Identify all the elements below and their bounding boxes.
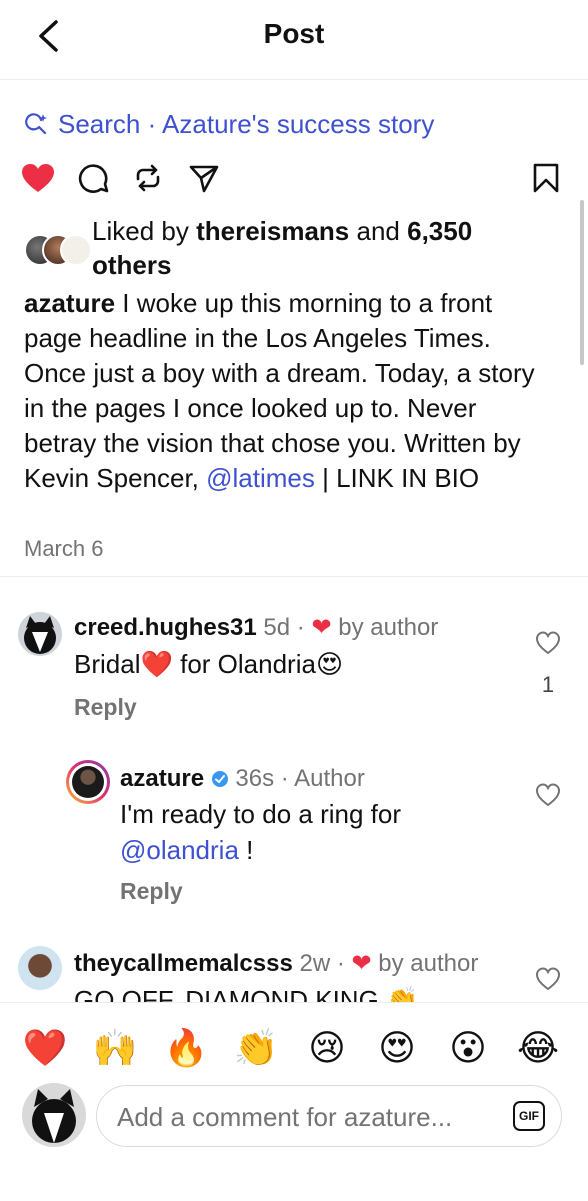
comment-like-icon[interactable] [535, 630, 561, 656]
post-action-bar [20, 158, 568, 202]
like-button[interactable] [18, 158, 58, 198]
reply-item: azature 36s · Author I'm ready to do a r… [0, 752, 588, 912]
heart-icon: ❤ [351, 950, 372, 977]
scrollbar[interactable] [580, 200, 584, 365]
top-bar: Post [0, 0, 588, 80]
heart-icon: ❤ [311, 614, 332, 641]
comment-like-count: 1 [541, 672, 555, 697]
save-button[interactable] [526, 158, 566, 198]
comment-text: I'm ready to do a ring for @olandria ! [120, 799, 401, 865]
bookmark-icon [533, 163, 559, 193]
comment-text: Bridal❤️ for Olandria😍 [74, 649, 344, 679]
comment-item: theycallmemalcsss 2w · ❤ by author GO OF… [0, 936, 588, 1002]
reaction-clap-button[interactable]: 👏 [233, 1025, 279, 1071]
commenter-avatar[interactable] [18, 612, 62, 656]
comment-like-icon[interactable] [535, 782, 561, 808]
reaction-raising-hands-button[interactable]: 🙌 [92, 1025, 138, 1071]
comment-like-icon[interactable] [535, 966, 561, 992]
liker-avatars [24, 234, 92, 268]
search-suggestion-link[interactable]: Search · Azature's success story [24, 104, 434, 144]
post-date: March 6 [24, 536, 104, 561]
send-icon [189, 165, 219, 193]
caption-author[interactable]: azature [24, 288, 115, 318]
comment-time: 36s [235, 765, 275, 792]
comment-username[interactable]: creed.hughes31 [74, 614, 257, 641]
avatar [60, 234, 92, 266]
reaction-crying-button[interactable]: 😢 [304, 1025, 350, 1071]
comment-time: 2w [299, 950, 331, 977]
likes-count[interactable]: 6,350 [407, 216, 472, 246]
liked-by-text: Liked by thereismans and 6,350 others [92, 216, 473, 280]
repost-button[interactable] [128, 158, 168, 198]
liker-username[interactable]: thereismans [196, 216, 349, 246]
divider [0, 576, 588, 577]
caption-tail: | LINK IN BIO [322, 463, 480, 493]
comment-input[interactable] [115, 1098, 489, 1136]
comment-composer: ❤️ 🙌 🔥 👏 😢 😍 😮 😂 GIF [0, 1002, 588, 1201]
comment-username[interactable]: azature [120, 765, 204, 792]
gif-button[interactable]: GIF [513, 1101, 545, 1131]
share-button[interactable] [184, 158, 224, 198]
author-avatar[interactable] [66, 760, 110, 804]
reaction-fire-button[interactable]: 🔥 [163, 1025, 209, 1071]
author-badge: Author [294, 765, 365, 792]
reaction-surprised-button[interactable]: 😮 [445, 1025, 491, 1071]
comment-username[interactable]: theycallmemalcsss [74, 950, 293, 977]
cat-avatar-image [18, 612, 62, 656]
comment-input-container: GIF [96, 1085, 562, 1147]
reaction-laughing-button[interactable]: 😂 [515, 1025, 561, 1071]
comment-mention[interactable]: @olandria [120, 835, 239, 865]
clapping-emoji: 👏 [386, 985, 419, 1002]
heart-eyes-emoji: 😍 [315, 649, 344, 679]
comment-text: GO OFF, DIAMOND KING 👏 [74, 982, 418, 1002]
reply-button[interactable]: Reply [74, 694, 137, 721]
search-sparkle-icon [25, 113, 47, 135]
comment-icon [78, 164, 109, 193]
comment-header: azature 36s · Author [120, 765, 365, 792]
comment-time: 5d [263, 614, 291, 641]
reaction-heart-button[interactable]: ❤️ [22, 1025, 68, 1071]
current-user-avatar [22, 1083, 86, 1147]
liked-by-summary[interactable]: Liked by thereismans and 6,350 others [24, 214, 524, 284]
comment-item: creed.hughes31 5d · ❤ by author Bridal❤️… [0, 600, 588, 730]
heart-icon [22, 164, 54, 192]
repost-icon [136, 164, 160, 192]
likes-others[interactable]: others [92, 250, 171, 280]
search-suggestion-label: Search · Azature's success story [58, 108, 435, 139]
quick-reactions-bar: ❤️ 🙌 🔥 👏 😢 😍 😮 😂 [0, 1025, 588, 1071]
red-heart-emoji: ❤️ [140, 649, 173, 679]
post-caption: azature I woke up this morning to a fron… [24, 286, 554, 496]
liked-by-author-badge: by author [378, 950, 479, 977]
comment-header: theycallmemalcsss 2w · ❤ by author [74, 950, 479, 977]
comment-header: creed.hughes31 5d · ❤ by author [74, 614, 439, 641]
reply-button[interactable]: Reply [120, 878, 183, 905]
liked-by-author-badge: by author [338, 614, 439, 641]
comment-button[interactable] [74, 158, 114, 198]
reaction-heart-eyes-button[interactable]: 😍 [374, 1025, 420, 1071]
caption-mention[interactable]: @latimes [206, 463, 315, 493]
page-title: Post [263, 18, 325, 49]
commenter-avatar[interactable] [18, 946, 62, 990]
verified-badge-icon [211, 771, 228, 787]
